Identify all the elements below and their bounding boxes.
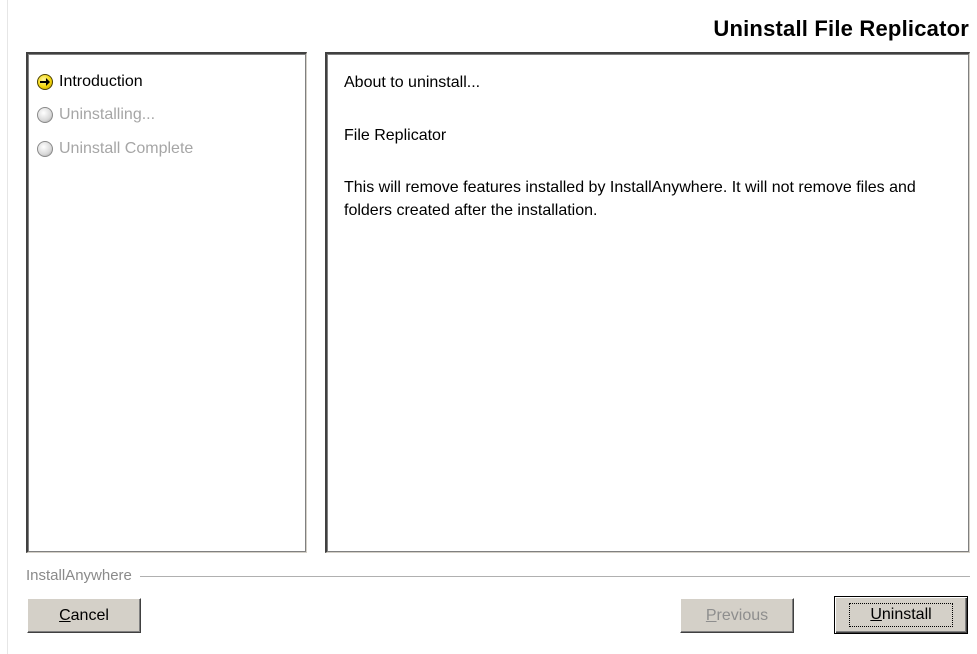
previous-label: revious	[716, 606, 769, 624]
step-uninstall-complete: Uninstall Complete	[37, 138, 193, 160]
step-uninstalling: Uninstalling...	[37, 104, 155, 126]
product-name: File Replicator	[344, 127, 447, 144]
uninstall-mnemonic: U	[870, 606, 882, 623]
step-label: Introduction	[59, 73, 143, 90]
cancel-label: ancel	[70, 606, 109, 624]
step-label: Uninstalling...	[59, 106, 156, 123]
previous-button[interactable]: Previous	[680, 598, 794, 633]
cancel-mnemonic: C	[59, 606, 71, 624]
pending-circle-icon	[37, 107, 53, 123]
content-panel: About to uninstall... File Replicator Th…	[325, 52, 970, 553]
uninstall-message: This will remove features installed by I…	[344, 179, 916, 219]
uninstall-dialog: Uninstall File Replicator Introduction U…	[0, 0, 977, 654]
footer-divider	[26, 576, 970, 578]
footer-brand: InstallAnywhere	[26, 567, 140, 584]
dialog-title: Uninstall File Replicator	[713, 16, 969, 41]
previous-mnemonic: P	[705, 606, 717, 624]
pending-circle-icon	[37, 141, 53, 157]
step-label: Uninstall Complete	[59, 140, 194, 157]
dialog-edge	[7, 0, 8, 654]
arrow-right-icon	[37, 74, 53, 90]
step-introduction: Introduction	[37, 71, 143, 93]
uninstall-focus-ring: Uninstall	[849, 603, 953, 627]
uninstall-button[interactable]: Uninstall	[834, 596, 968, 634]
cancel-button[interactable]: Cancel	[27, 598, 141, 633]
content-heading: About to uninstall...	[344, 74, 481, 91]
uninstall-label: ninstall	[881, 606, 932, 623]
steps-panel: Introduction Uninstalling... Uninstall C…	[26, 52, 307, 553]
